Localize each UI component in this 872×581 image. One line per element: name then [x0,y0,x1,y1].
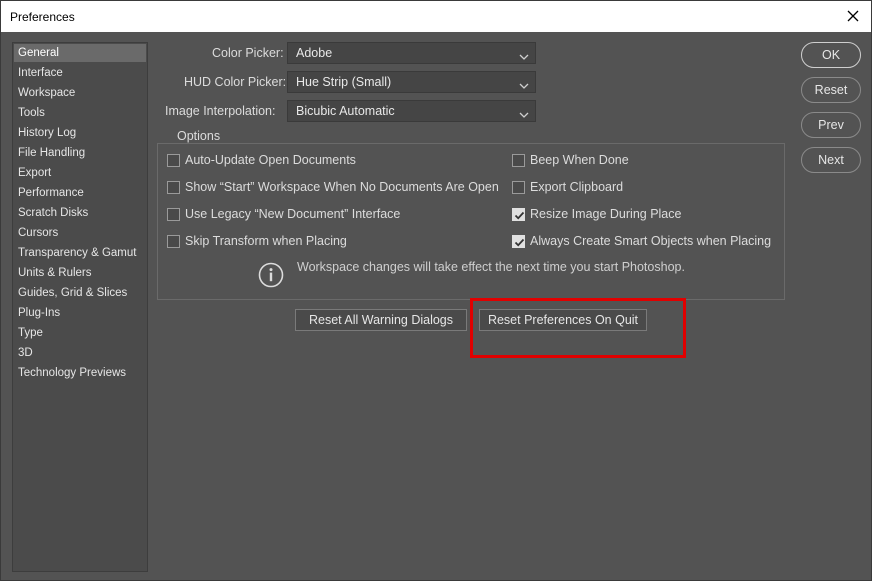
title-bar: Preferences [1,1,871,32]
preferences-sidebar: General Interface Workspace Tools Histor… [12,42,148,572]
sidebar-item-guides-grid[interactable]: Guides, Grid & Slices [14,284,146,302]
sidebar-item-type[interactable]: Type [14,324,146,342]
highlight-box [470,298,686,358]
sidebar-item-history-log[interactable]: History Log [14,124,146,142]
sidebar-item-cursors[interactable]: Cursors [14,224,146,242]
show-start-workspace-checkbox[interactable] [167,181,180,194]
sidebar-item-file-handling[interactable]: File Handling [14,144,146,162]
sidebar-item-export[interactable]: Export [14,164,146,182]
image-interpolation-value: Bicubic Automatic [296,104,395,118]
image-interpolation-label: Image Interpolation: [165,104,276,118]
beep-when-done-label: Beep When Done [530,153,629,167]
export-clipboard-label: Export Clipboard [530,180,624,194]
auto-update-checkbox[interactable] [167,154,180,167]
checkmark-icon [514,238,525,247]
next-button[interactable]: Next [801,147,861,173]
resize-image-label: Resize Image During Place [530,207,682,221]
sidebar-item-scratch-disks[interactable]: Scratch Disks [14,204,146,222]
chevron-down-icon [519,106,529,118]
sidebar-item-units-rulers[interactable]: Units & Rulers [14,264,146,282]
smart-objects-checkbox[interactable] [512,235,525,248]
auto-update-label: Auto-Update Open Documents [185,153,356,167]
show-start-workspace-label: Show “Start” Workspace When No Documents… [185,180,499,194]
skip-transform-checkbox[interactable] [167,235,180,248]
color-picker-value: Adobe [296,46,333,60]
smart-objects-label: Always Create Smart Objects when Placing [530,234,772,248]
options-title: Options [173,129,225,143]
hud-color-picker-label: HUD Color Picker: [184,75,287,89]
info-icon [258,262,284,288]
sidebar-item-tools[interactable]: Tools [14,104,146,122]
color-picker-select[interactable]: Adobe [287,42,536,64]
sidebar-item-general[interactable]: General [14,44,146,62]
sidebar-item-technology-previews[interactable]: Technology Previews [14,364,146,382]
window-title: Preferences [10,10,75,24]
close-icon[interactable] [841,4,865,28]
sidebar-item-3d[interactable]: 3D [14,344,146,362]
sidebar-item-transparency[interactable]: Transparency & Gamut [14,244,146,262]
sidebar-item-plug-ins[interactable]: Plug-Ins [14,304,146,322]
sidebar-item-performance[interactable]: Performance [14,184,146,202]
sidebar-item-interface[interactable]: Interface [14,64,146,82]
color-picker-label: Color Picker: [212,46,284,60]
chevron-down-icon [519,77,529,89]
legacy-new-document-checkbox[interactable] [167,208,180,221]
workspace-info-text: Workspace changes will take effect the n… [297,260,685,274]
hud-color-picker-value: Hue Strip (Small) [296,75,392,89]
ok-button[interactable]: OK [801,42,861,68]
legacy-new-document-label: Use Legacy “New Document” Interface [185,207,401,221]
skip-transform-label: Skip Transform when Placing [185,234,347,248]
hud-color-picker-select[interactable]: Hue Strip (Small) [287,71,536,93]
sidebar-item-workspace[interactable]: Workspace [14,84,146,102]
beep-when-done-checkbox[interactable] [512,154,525,167]
chevron-down-icon [519,48,529,60]
reset-button[interactable]: Reset [801,77,861,103]
checkmark-icon [514,211,525,220]
resize-image-checkbox[interactable] [512,208,525,221]
prev-button[interactable]: Prev [801,112,861,138]
export-clipboard-checkbox[interactable] [512,181,525,194]
preferences-window: Preferences General Interface Workspace … [0,0,872,581]
reset-warning-dialogs-button[interactable]: Reset All Warning Dialogs [295,309,467,331]
image-interpolation-select[interactable]: Bicubic Automatic [287,100,536,122]
